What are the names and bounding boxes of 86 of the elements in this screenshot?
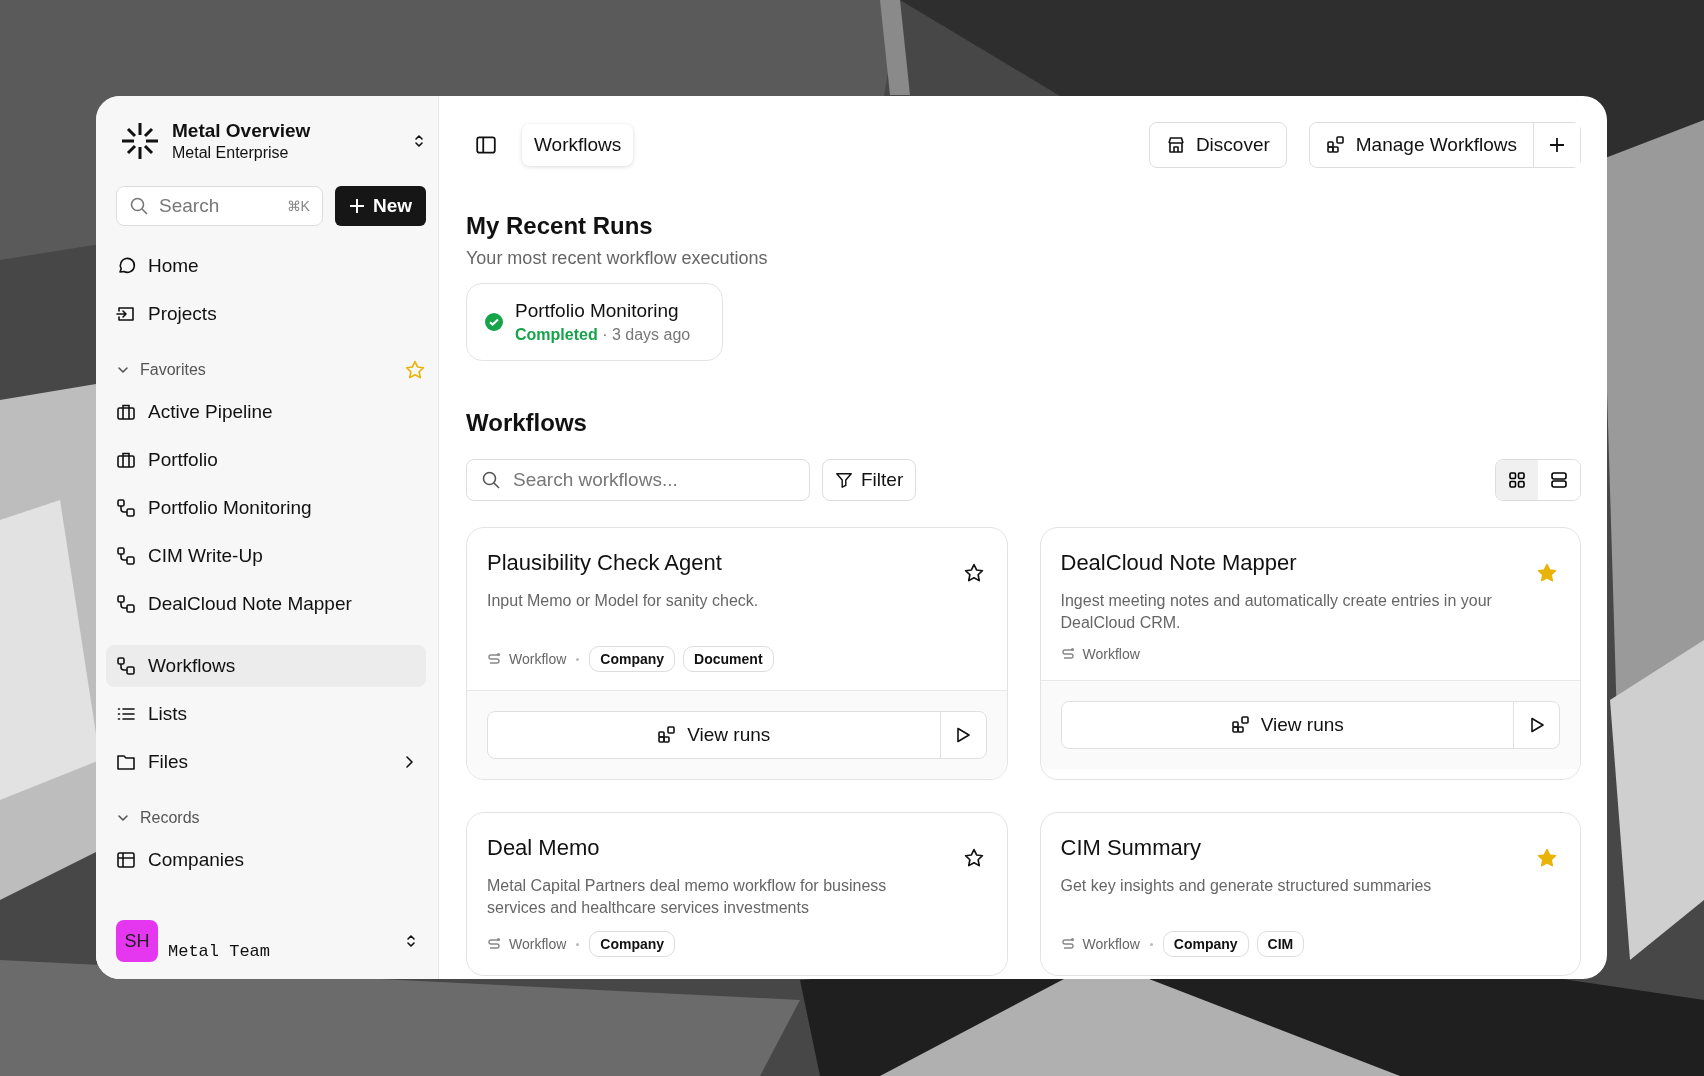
blocks-icon bbox=[1230, 715, 1251, 735]
user-avatar[interactable]: SH bbox=[116, 920, 158, 962]
sidebar-item[interactable]: Companies bbox=[116, 839, 426, 881]
sidebar-item[interactable]: Files bbox=[116, 741, 426, 783]
briefcase-icon bbox=[116, 450, 136, 470]
card-description: Input Memo or Model for sanity check. bbox=[487, 591, 760, 611]
card-title: Deal Memo bbox=[487, 835, 600, 861]
star-icon[interactable] bbox=[1536, 847, 1558, 869]
workspace-plan: Metal Enterprise bbox=[172, 144, 290, 162]
sidebar-item[interactable]: Portfolio bbox=[116, 439, 426, 481]
section-header[interactable]: Favorites bbox=[116, 352, 426, 388]
tag: CIM bbox=[1256, 931, 1305, 957]
page-tab[interactable]: Workflows bbox=[522, 124, 634, 166]
plus-icon bbox=[1548, 136, 1566, 154]
run-status: Completed bbox=[515, 326, 598, 343]
star-icon bbox=[404, 359, 426, 381]
sidebar-item[interactable]: Portfolio Monitoring bbox=[116, 487, 426, 529]
section-title: Workflows bbox=[466, 409, 588, 437]
sidebar-toggle-icon[interactable] bbox=[475, 134, 497, 156]
star-icon[interactable] bbox=[962, 562, 985, 584]
chat-icon bbox=[116, 256, 136, 276]
workflow-icon bbox=[116, 546, 136, 566]
shortcut-hint: ⌘K bbox=[286, 198, 310, 214]
workflow-type-icon bbox=[487, 652, 501, 666]
rows-icon bbox=[1549, 470, 1569, 490]
team-name: Metal Team bbox=[168, 940, 272, 961]
card-type: Workflow bbox=[1082, 936, 1140, 952]
search-field[interactable]: Search ⌘K bbox=[116, 186, 323, 226]
switcher-icon bbox=[412, 134, 426, 148]
card-description: Ingest meeting notes and automatically create entries in your DealCloud CRM. bbox=[1060, 591, 1493, 633]
logo-icon bbox=[120, 121, 160, 161]
section-header[interactable]: Records bbox=[116, 800, 426, 836]
folder-icon bbox=[116, 752, 136, 772]
section-subtitle: Your most recent workflow executions bbox=[466, 248, 769, 269]
sidebar-item[interactable]: Home bbox=[116, 245, 426, 287]
card-title: Plausibility Check Agent bbox=[487, 550, 722, 576]
tag: Company bbox=[1162, 931, 1249, 957]
sidebar-item[interactable]: DealCloud Note Mapper bbox=[116, 583, 426, 625]
star-icon[interactable] bbox=[962, 847, 985, 869]
search-icon bbox=[481, 470, 501, 490]
workflow-type-icon bbox=[1060, 937, 1075, 951]
grid-icon bbox=[1507, 470, 1527, 490]
plus-icon bbox=[348, 198, 365, 214]
sidebar-item[interactable]: CIM Write-Up bbox=[116, 535, 426, 577]
workspace-name: Metal Overview bbox=[172, 120, 312, 142]
play-icon bbox=[954, 726, 972, 744]
card-type: Workflow bbox=[509, 651, 567, 667]
tag: Company bbox=[589, 931, 676, 957]
search-icon bbox=[129, 196, 149, 216]
sidebar-item[interactable]: Active Pipeline bbox=[116, 391, 426, 433]
success-icon bbox=[485, 313, 503, 331]
run-time: · 3 days ago bbox=[602, 326, 691, 343]
table-icon bbox=[116, 850, 136, 870]
sidebar-item[interactable]: Projects bbox=[116, 293, 426, 335]
filter-button[interactable]: Filter bbox=[822, 459, 917, 501]
tag: Document bbox=[683, 646, 774, 672]
card-title: DealCloud Note Mapper bbox=[1060, 550, 1297, 576]
filter-icon bbox=[835, 471, 853, 489]
workflow-type-icon bbox=[487, 937, 501, 951]
sidebar-item[interactable]: Lists bbox=[116, 693, 426, 735]
blocks-icon bbox=[657, 725, 678, 745]
add-button[interactable] bbox=[1533, 123, 1580, 167]
store-icon bbox=[1165, 135, 1186, 155]
recent-run-card[interactable]: Portfolio Monitoring Completed · 3 days ago bbox=[466, 283, 724, 361]
briefcase-icon bbox=[116, 402, 136, 422]
discover-button[interactable]: Discover bbox=[1148, 122, 1287, 168]
card-description: Get key insights and generate structured summaries bbox=[1060, 876, 1433, 896]
card-type: Workflow bbox=[1082, 646, 1140, 662]
star-icon[interactable] bbox=[1536, 562, 1558, 584]
tag: Company bbox=[589, 646, 676, 672]
switcher-icon bbox=[404, 934, 418, 948]
search-field[interactable]: Search workflows... bbox=[466, 459, 810, 501]
section-title: My Recent Runs bbox=[466, 212, 654, 240]
grid-view-button[interactable] bbox=[1496, 460, 1538, 500]
card-description: Metal Capital Partners deal memo workflow for business services and healthcare services investments bbox=[487, 876, 888, 918]
blocks-icon bbox=[1325, 135, 1346, 155]
workflow-icon bbox=[116, 498, 136, 518]
run-name: Portfolio Monitoring bbox=[515, 300, 680, 322]
new-button[interactable]: New bbox=[334, 186, 426, 226]
card-type: Workflow bbox=[509, 936, 567, 952]
sidebar-item[interactable]: Workflows bbox=[106, 645, 426, 687]
workflow-icon bbox=[116, 594, 136, 614]
workflow-icon bbox=[116, 656, 136, 676]
workflow-type-icon bbox=[1060, 647, 1075, 661]
import-icon bbox=[116, 304, 136, 324]
card-title: CIM Summary bbox=[1060, 835, 1202, 861]
